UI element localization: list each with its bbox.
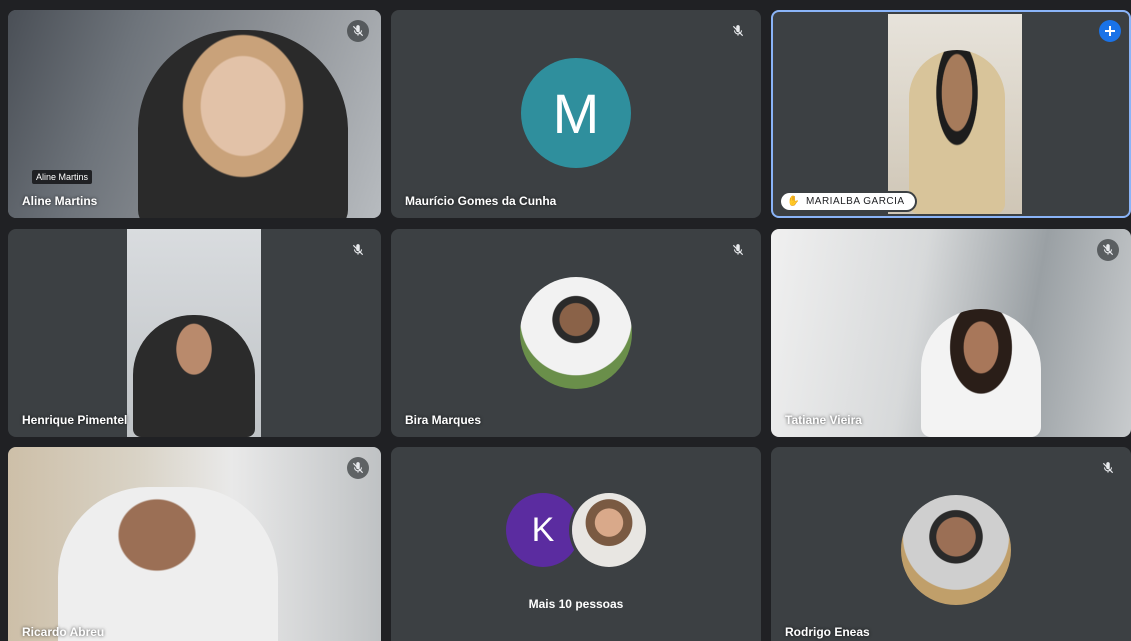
- participant-tile-mauricio[interactable]: M Maurício Gomes da Cunha: [391, 10, 761, 218]
- mic-off-icon: [347, 457, 369, 479]
- presenter-name-chip: ✋ MARIALBA GARCIA: [781, 193, 915, 210]
- mic-off-icon: [727, 239, 749, 261]
- name-tooltip: Aline Martins: [32, 170, 93, 184]
- participant-name: Bira Marques: [405, 413, 482, 427]
- person-silhouette: [138, 30, 348, 218]
- mic-off-icon: [347, 20, 369, 42]
- person-silhouette: [921, 309, 1041, 437]
- more-participants-label: Mais 10 pessoas: [528, 597, 624, 611]
- hand-icon: ✋: [787, 196, 800, 207]
- participant-tile-tatiane[interactable]: Tatiane Vieira: [771, 229, 1131, 437]
- participant-tile-rodrigo[interactable]: Rodrigo Eneas: [771, 447, 1131, 641]
- participant-tile-bira[interactable]: Bira Marques: [391, 229, 761, 437]
- overflow-participants-tile[interactable]: K Mais 10 pessoas: [391, 447, 761, 641]
- mic-off-icon: [347, 239, 369, 261]
- participant-name: Tatiane Vieira: [785, 413, 862, 427]
- mic-off-icon: [1097, 457, 1119, 479]
- participant-name: Rodrigo Eneas: [785, 625, 870, 639]
- participant-name: Henrique Pimentel: [22, 413, 128, 427]
- avatar: [572, 493, 646, 567]
- participant-tile-marialba[interactable]: ✋ MARIALBA GARCIA: [771, 10, 1131, 218]
- avatar: [520, 277, 632, 389]
- person-silhouette: [58, 487, 278, 641]
- avatar: K: [506, 493, 580, 567]
- person-silhouette: [133, 315, 255, 437]
- participant-name: Aline Martins: [22, 194, 98, 208]
- pin-icon[interactable]: [1099, 20, 1121, 42]
- participant-name: Maurício Gomes da Cunha: [405, 194, 557, 208]
- avatar: M: [521, 58, 631, 168]
- participant-name: MARIALBA GARCIA: [805, 196, 905, 207]
- mic-off-icon: [1097, 239, 1119, 261]
- avatar: [901, 495, 1011, 605]
- mic-off-icon: [727, 20, 749, 42]
- participant-tile-aline[interactable]: Aline Martins Aline Martins: [8, 10, 381, 218]
- participant-name: Ricardo Abreu: [22, 625, 105, 639]
- person-silhouette: [909, 50, 1005, 214]
- participant-tile-ricardo[interactable]: Ricardo Abreu: [8, 447, 381, 641]
- participant-tile-henrique[interactable]: Henrique Pimentel: [8, 229, 381, 437]
